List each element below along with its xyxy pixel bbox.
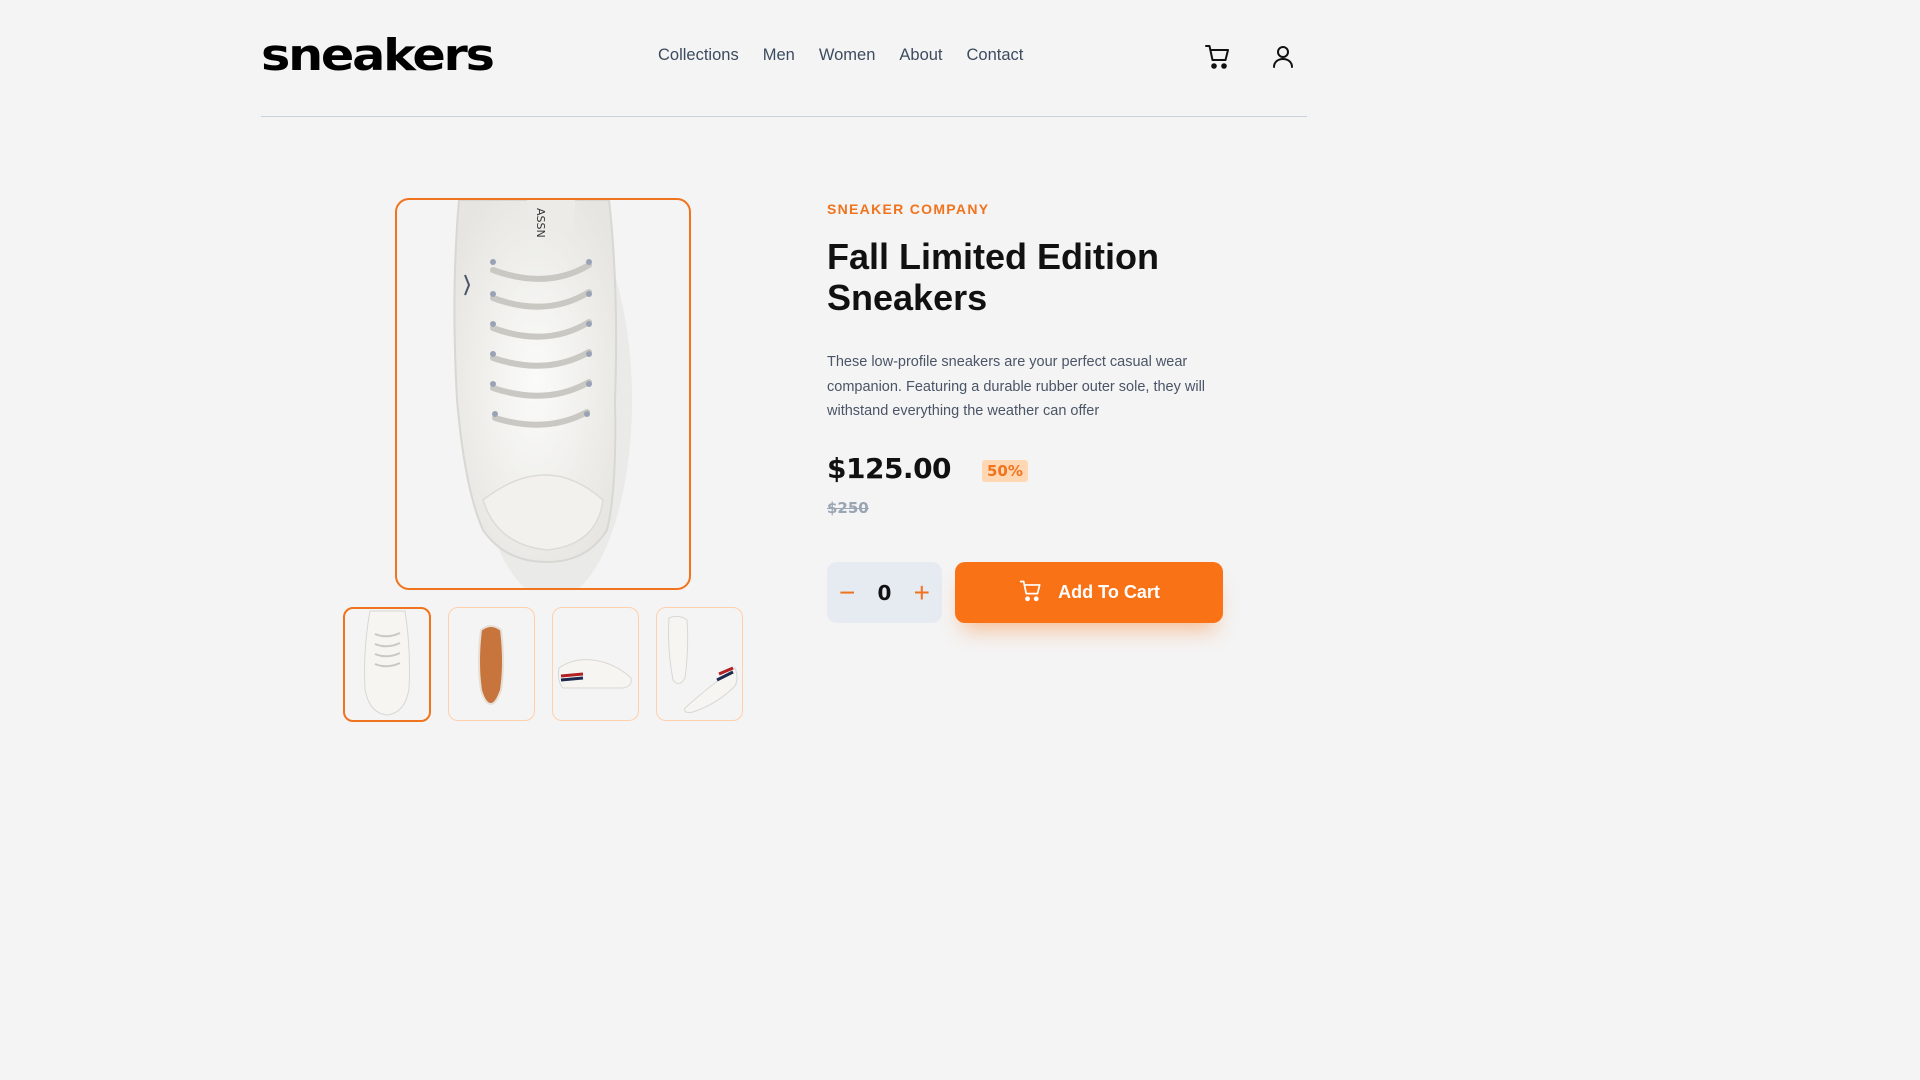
add-to-cart-button[interactable]: Add To Cart [955,562,1223,623]
product-description: These low-profile sneakers are your perf… [827,354,1206,419]
thumbnail-3[interactable] [552,607,639,721]
current-price: $125.00 [827,452,952,485]
product-title: Fall Limited Edition Sneakers [827,236,1227,318]
main-nav: Collections Men Women About Contact [658,46,1023,65]
site-header: sneakers Collections Men Women About Con… [261,0,1307,117]
svg-text:ASSN: ASSN [534,208,547,238]
product-title-line-2: Sneakers [827,277,988,318]
nav-women[interactable]: Women [819,46,876,65]
quantity-value: 0 [877,580,892,605]
nav-collections[interactable]: Collections [658,46,739,65]
nav-men[interactable]: Men [763,46,795,65]
cart-icon[interactable] [1203,42,1233,72]
product-main-image[interactable]: ASSN [395,198,691,590]
original-price: $250 [827,499,869,517]
thumbnail-strip [343,607,743,722]
decrease-quantity-button[interactable]: − [839,578,855,607]
cart-icon [1018,578,1044,608]
thumbnail-4[interactable] [656,607,743,721]
product-title-line-1: Fall Limited Edition [827,236,1159,277]
company-label: SNEAKER COMPANY [827,201,990,217]
user-icon[interactable] [1268,42,1298,72]
brand-logo[interactable]: sneakers [261,30,495,81]
discount-badge: 50% [982,460,1028,482]
nav-about[interactable]: About [899,46,942,65]
thumbnail-2[interactable] [448,607,535,721]
thumbnail-1[interactable] [343,607,431,722]
add-to-cart-label: Add To Cart [1058,582,1160,602]
quantity-stepper: − 0 + [827,562,942,623]
nav-contact[interactable]: Contact [967,46,1024,65]
increase-quantity-button[interactable]: + [914,578,930,607]
